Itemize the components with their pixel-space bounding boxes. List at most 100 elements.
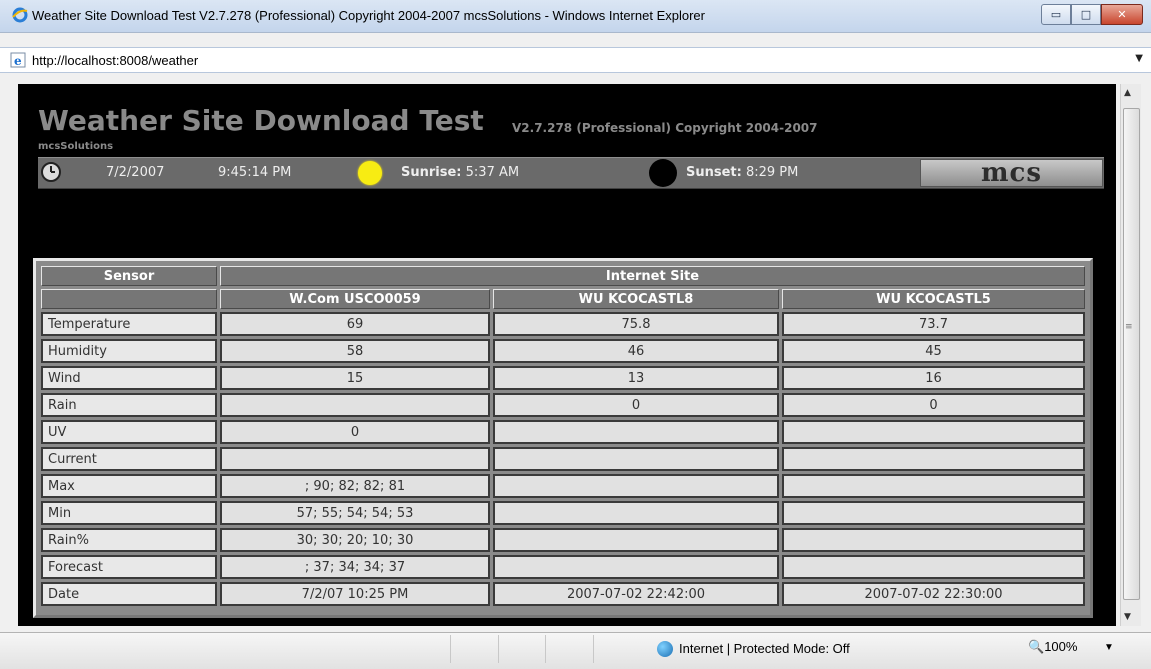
cell-value [493, 420, 779, 444]
cell-value [220, 447, 490, 471]
cell-value: 0 [493, 393, 779, 417]
sunset-label: Sunset: [686, 165, 742, 180]
table-row: Rain% 30; 30; 20; 10; 30 [41, 528, 1085, 552]
row-label: UV [41, 420, 217, 444]
cell-value [782, 420, 1085, 444]
sunrise-info: Sunrise: 5:37 AM [401, 165, 519, 180]
sunset-info: Sunset: 8:29 PM [686, 165, 798, 180]
globe-icon[interactable] [657, 641, 673, 657]
cell-value: 0 [220, 420, 490, 444]
cell-value [782, 501, 1085, 525]
minimize-button[interactable]: ▭ [1041, 4, 1071, 25]
cell-value: ; 37; 34; 34; 37 [220, 555, 490, 579]
row-label: Temperature [41, 312, 217, 336]
scroll-down-icon[interactable]: ▼ [1124, 612, 1131, 622]
row-label: Current [41, 447, 217, 471]
header-site-1: W.Com USCO0059 [220, 289, 490, 309]
status-pane [592, 635, 641, 663]
table-row: Current [41, 447, 1085, 471]
header-site-2: WU KCOCASTL8 [493, 289, 779, 309]
table-body: Temperature 69 75.8 73.7 Humidity 58 46 45 Wind 1… [41, 312, 1085, 606]
cell-value: 15 [220, 366, 490, 390]
status-pane [450, 635, 498, 663]
svg-text:e: e [14, 54, 22, 68]
cell-value: 2007-07-02 22:30:00 [782, 582, 1085, 606]
table-row: Wind 15 13 16 [41, 366, 1085, 390]
table-row: Rain 0 0 [41, 393, 1085, 417]
cell-value [493, 474, 779, 498]
cell-value: 57; 55; 54; 54; 53 [220, 501, 490, 525]
zoom-dropdown-icon[interactable]: ▼ [1104, 642, 1114, 653]
vertical-scrollbar[interactable]: ▲ ≡ ▼ [1120, 84, 1141, 626]
sunset-time: 8:29 PM [745, 165, 799, 180]
header-site-3: WU KCOCASTL5 [782, 289, 1085, 309]
cell-value [220, 393, 490, 417]
company-text: mcsSolutions [38, 141, 114, 152]
cell-value: 46 [493, 339, 779, 363]
scroll-grip-icon: ≡ [1125, 322, 1133, 332]
mcs-logo: mcs [920, 159, 1103, 187]
row-label: Min [41, 501, 217, 525]
cell-value [493, 447, 779, 471]
window-titlebar[interactable]: Weather Site Download Test V2.7.278 (Pro… [0, 0, 1151, 33]
maximize-button[interactable]: □ [1071, 4, 1101, 25]
cell-value: 16 [782, 366, 1085, 390]
current-time: 9:45:14 PM [218, 165, 292, 180]
cell-value: 45 [782, 339, 1085, 363]
row-label: Max [41, 474, 217, 498]
cell-value [493, 501, 779, 525]
sunrise-label: Sunrise: [401, 165, 462, 180]
status-panes [450, 635, 640, 663]
table-row: Humidity 58 46 45 [41, 339, 1085, 363]
page-title: Weather Site Download Test [38, 104, 484, 137]
cell-value: 13 [493, 366, 779, 390]
sunrise-time: 5:37 AM [465, 165, 520, 180]
table-row: Min 57; 55; 54; 54; 53 [41, 501, 1085, 525]
table-row: Temperature 69 75.8 73.7 [41, 312, 1085, 336]
close-button[interactable]: ✕ [1101, 4, 1143, 25]
status-pane [497, 635, 546, 663]
row-label: Wind [41, 366, 217, 390]
weather-table-frame: Sensor Internet Site W.Com USCO0059 WU K… [33, 258, 1093, 618]
page-icon: e [10, 52, 26, 68]
security-zone-text[interactable]: Internet | Protected Mode: Off [679, 641, 850, 656]
cell-value: ; 90; 82; 82; 81 [220, 474, 490, 498]
clock-icon [41, 162, 61, 182]
row-label: Date [41, 582, 217, 606]
row-label: Humidity [41, 339, 217, 363]
scrollbar-thumb[interactable] [1123, 108, 1140, 600]
status-pane [545, 635, 593, 663]
table-row: Date 7/2/07 10:25 PM 2007-07-02 22:42:00 20… [41, 582, 1085, 606]
version-text: V2.7.278 (Professional) Copyright 2004-2… [512, 121, 818, 135]
table-row: Max; 90; 82; 82; 81 [41, 474, 1085, 498]
cell-value [782, 474, 1085, 498]
header-row-1: Sensor Internet Site [41, 266, 1085, 286]
header-internet-site: Internet Site [220, 266, 1085, 286]
cell-value: 69 [220, 312, 490, 336]
cell-value: 2007-07-02 22:42:00 [493, 582, 779, 606]
scroll-up-icon[interactable]: ▲ [1124, 88, 1131, 98]
header-empty [41, 289, 217, 309]
row-label: Forecast [41, 555, 217, 579]
zoom-value: 100% [1044, 639, 1078, 654]
info-bar: 7/2/2007 9:45:14 PM Sunrise: 5:37 AM Sun… [38, 157, 1104, 189]
cell-value [493, 555, 779, 579]
status-bar: Internet | Protected Mode: Off 🔍100% ▼ [0, 632, 1151, 669]
window-title: Weather Site Download Test V2.7.278 (Pro… [32, 8, 705, 23]
header-sensor: Sensor [41, 266, 217, 286]
row-label: Rain [41, 393, 217, 417]
cell-value: 7/2/07 10:25 PM [220, 582, 490, 606]
cell-value: 73.7 [782, 312, 1085, 336]
cell-value [782, 555, 1085, 579]
zoom-level[interactable]: 🔍100% [1028, 639, 1077, 655]
cell-value [782, 447, 1085, 471]
chevron-down-icon[interactable]: ▼ [1135, 53, 1143, 64]
sun-icon [358, 161, 382, 185]
cell-value: 58 [220, 339, 490, 363]
ie-logo-icon [12, 7, 28, 23]
table-row: Forecast; 37; 34; 34; 37 [41, 555, 1085, 579]
url-text[interactable]: http://localhost:8008/weather [32, 53, 198, 68]
address-bar[interactable]: e http://localhost:8008/weather ▼ [0, 47, 1151, 73]
table-row: UV 0 [41, 420, 1085, 444]
cell-value: 0 [782, 393, 1085, 417]
